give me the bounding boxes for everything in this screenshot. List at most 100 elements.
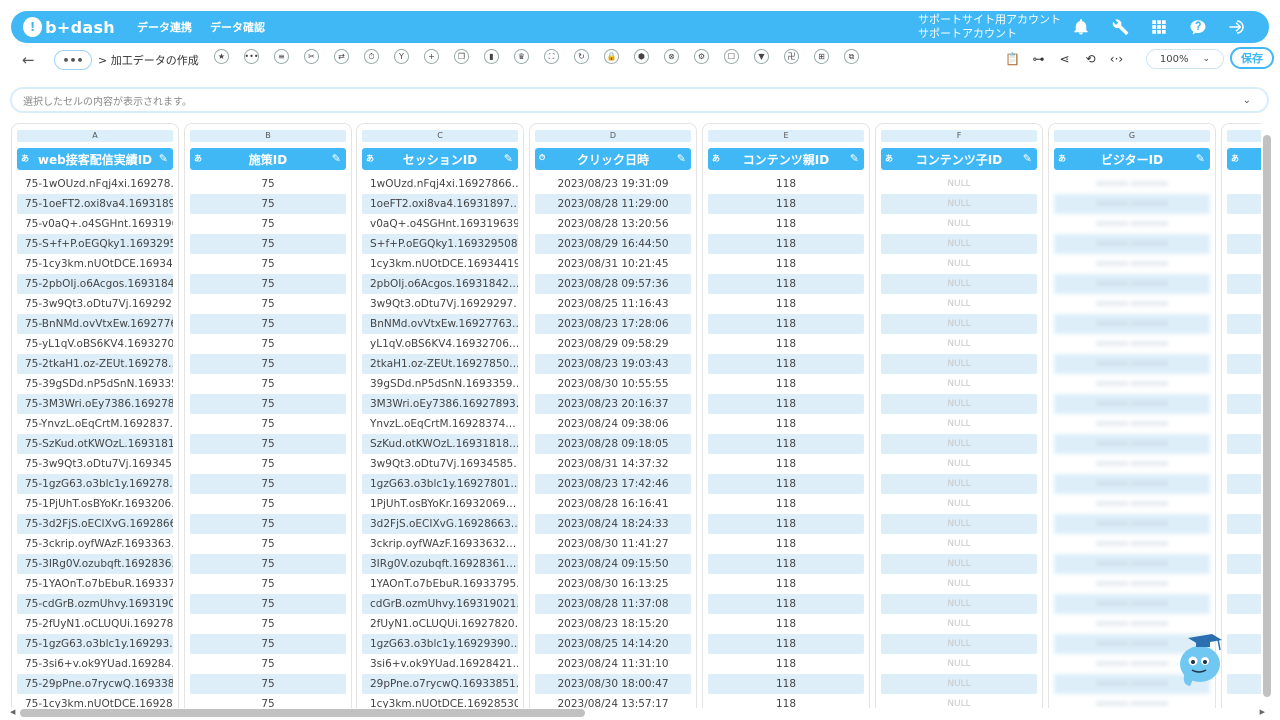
table-cell[interactable]: NULL (881, 214, 1037, 234)
table-cell[interactable]: NULL (881, 694, 1037, 708)
table-cell[interactable]: xxxxxx.xxxxxxx (1054, 294, 1210, 314)
table-cell[interactable] (1227, 354, 1261, 374)
table-cell[interactable] (1227, 214, 1261, 234)
table-cell[interactable]: 75 (190, 634, 346, 654)
table-cell[interactable]: 75 (190, 194, 346, 214)
table-cell[interactable]: xxxxxx.xxxxxxx (1054, 274, 1210, 294)
table-cell[interactable]: 75 (190, 294, 346, 314)
table-cell[interactable]: 2023/08/29 09:58:29 (535, 334, 691, 354)
table-cell[interactable]: 75 (190, 334, 346, 354)
table-cell[interactable] (1227, 334, 1261, 354)
table-cell[interactable]: NULL (881, 394, 1037, 414)
table-cell[interactable]: 118 (708, 394, 864, 414)
table-cell[interactable]: 118 (708, 694, 864, 708)
table-cell[interactable]: xxxxxx.xxxxxxx (1054, 354, 1210, 374)
account-info[interactable]: サポートサイト用アカウント サポートアカウント (918, 13, 1061, 41)
toolbar-tool-icon[interactable]: ▮ (484, 49, 499, 64)
column-letter[interactable]: E (708, 130, 864, 142)
table-cell[interactable]: 3si6+v.ok9YUad.16928421… (362, 654, 518, 674)
table-cell[interactable]: xxxxxx.xxxxxxx (1054, 434, 1210, 454)
table-cell[interactable]: 75-3w9Qt3.oDtu7Vj.169292… (17, 294, 173, 314)
table-cell[interactable]: 1gzG63.o3blc1y.16929390… (362, 634, 518, 654)
table-cell[interactable]: cdGrB.ozmUhvy.169319021… (362, 594, 518, 614)
toolbar-tool-icon[interactable]: ⬢ (634, 49, 649, 64)
table-cell[interactable]: 75 (190, 174, 346, 194)
table-cell[interactable]: NULL (881, 254, 1037, 274)
pencil-edit-icon[interactable]: ✎ (332, 152, 341, 165)
table-cell[interactable]: 75-1oeFT2.oxi8va4.1693189… (17, 194, 173, 214)
table-cell[interactable]: 75 (190, 514, 346, 534)
column-letter[interactable]: D (535, 130, 691, 142)
table-cell[interactable]: 2023/08/28 13:20:56 (535, 214, 691, 234)
bell-icon[interactable] (1071, 17, 1091, 37)
table-cell[interactable]: 75-1cy3km.nUOtDCE.169344… (17, 254, 173, 274)
table-cell[interactable] (1227, 254, 1261, 274)
table-cell[interactable]: NULL (881, 274, 1037, 294)
table-cell[interactable]: 75-1gzG63.o3blc1y.169293… (17, 634, 173, 654)
table-cell[interactable]: NULL (881, 514, 1037, 534)
vertical-scroll-thumb[interactable] (1263, 135, 1271, 697)
table-cell[interactable]: xxxxxx.xxxxxxx (1054, 174, 1210, 194)
column-header[interactable]: あ セッションID ✎ (362, 148, 518, 170)
table-cell[interactable]: NULL (881, 194, 1037, 214)
table-cell[interactable]: yL1qV.oBS6KV4.16932706… (362, 334, 518, 354)
toolbar-tool-icon[interactable]: ⛶ (544, 49, 559, 64)
table-cell[interactable]: 2023/08/24 11:31:10 (535, 654, 691, 674)
table-cell[interactable]: 75 (190, 594, 346, 614)
table-cell[interactable]: xxxxxx.xxxxxxx (1054, 534, 1210, 554)
toolbar-tool-icon[interactable]: 🔒 (604, 49, 619, 64)
table-cell[interactable]: NULL (881, 374, 1037, 394)
table-cell[interactable]: 2023/08/23 17:42:46 (535, 474, 691, 494)
table-cell[interactable]: 75 (190, 354, 346, 374)
table-cell[interactable]: 1cy3km.nUOtDCE.16934419… (362, 254, 518, 274)
table-cell[interactable] (1227, 434, 1261, 454)
table-cell[interactable] (1227, 674, 1261, 694)
table-cell[interactable]: 75 (190, 434, 346, 454)
horizontal-scrollbar[interactable]: ◀ ▶ (10, 708, 1265, 718)
table-cell[interactable]: NULL (881, 614, 1037, 634)
table-cell[interactable]: NULL (881, 294, 1037, 314)
table-cell[interactable]: 75-29pPne.o7rycwQ.169338… (17, 674, 173, 694)
table-cell[interactable]: NULL (881, 174, 1037, 194)
table-cell[interactable]: 3w9Qt3.oDtu7Vj.16929297… (362, 294, 518, 314)
table-cell[interactable]: 118 (708, 334, 864, 354)
table-cell[interactable]: 118 (708, 214, 864, 234)
more-button[interactable]: ••• (54, 50, 92, 70)
pencil-edit-icon[interactable]: ✎ (850, 152, 859, 165)
pencil-edit-icon[interactable]: ✎ (1023, 152, 1032, 165)
mascot-assistant-icon[interactable] (1172, 628, 1228, 688)
table-cell[interactable] (1227, 634, 1261, 654)
table-cell[interactable]: NULL (881, 554, 1037, 574)
toolbar-tool-icon[interactable]: ★ (214, 49, 229, 64)
table-cell[interactable]: 1wOUzd.nFqj4xi.16927866… (362, 174, 518, 194)
zoom-select[interactable]: 100% ⌄ (1146, 49, 1224, 69)
toolbar-tool-icon[interactable]: ⇄ (334, 49, 349, 64)
table-cell[interactable]: 75 (190, 254, 346, 274)
toolbar-tool-icon[interactable]: ♛ (514, 49, 529, 64)
table-cell[interactable] (1227, 614, 1261, 634)
toolbar-tool-icon[interactable]: ⊗ (664, 49, 679, 64)
table-cell[interactable]: 2023/08/29 16:44:50 (535, 234, 691, 254)
table-cell[interactable]: 118 (708, 314, 864, 334)
column-letter[interactable]: G (1054, 130, 1210, 142)
table-cell[interactable]: 75-S+f+P.oEGQky1.1693295… (17, 234, 173, 254)
table-cell[interactable]: xxxxxx.xxxxxxx (1054, 414, 1210, 434)
table-cell[interactable]: 2023/08/23 19:03:43 (535, 354, 691, 374)
table-cell[interactable] (1227, 494, 1261, 514)
table-cell[interactable] (1227, 534, 1261, 554)
table-cell[interactable]: 75-1gzG63.o3blc1y.169278… (17, 474, 173, 494)
table-cell[interactable]: 1YAOnT.o7bEbuR.16933795… (362, 574, 518, 594)
table-cell[interactable]: NULL (881, 454, 1037, 474)
wrench-icon[interactable] (1110, 17, 1130, 37)
table-cell[interactable]: xxxxxx.xxxxxxx (1054, 454, 1210, 474)
toolbar-tool-icon[interactable]: ☐ (724, 49, 739, 64)
table-cell[interactable]: NULL (881, 594, 1037, 614)
table-cell[interactable]: 118 (708, 354, 864, 374)
table-cell[interactable]: 75 (190, 534, 346, 554)
nav-data-check[interactable]: データ確認 (210, 19, 265, 35)
table-cell[interactable]: 75-YnvzL.oEqCrtM.1692837… (17, 414, 173, 434)
toolbar-right-tool-icon[interactable]: 📋 (1004, 50, 1021, 67)
table-cell[interactable]: 118 (708, 594, 864, 614)
column-header[interactable]: あ web接客配信実績ID ✎ (17, 148, 173, 170)
grid-apps-icon[interactable] (1149, 17, 1169, 37)
